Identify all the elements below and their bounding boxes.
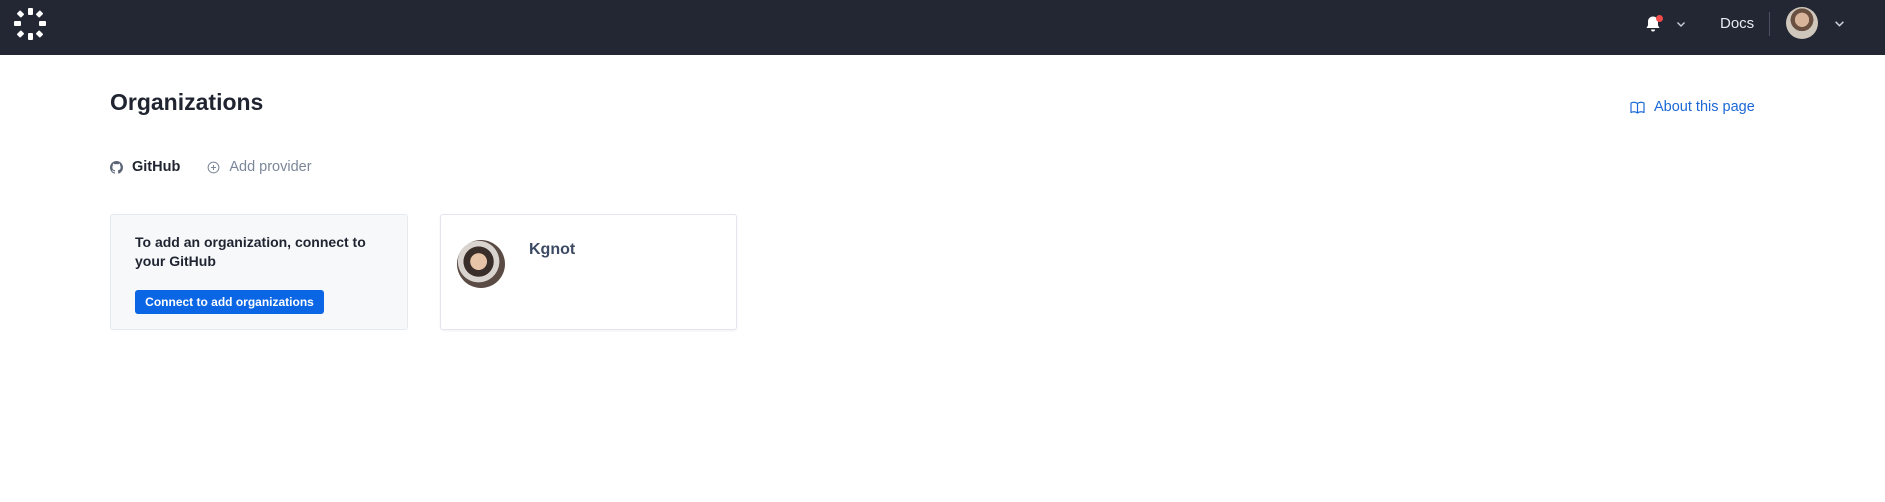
- tab-github-label: GitHub: [132, 159, 181, 175]
- notifications-menu[interactable]: [1642, 13, 1688, 35]
- plus-circle-icon: [207, 161, 220, 173]
- connect-prompt-text: To add an organization, connect to your …: [135, 234, 366, 269]
- chevron-down-icon: [1677, 22, 1685, 27]
- page-title: Organizations: [110, 89, 264, 115]
- chevron-down-icon[interactable]: [1834, 18, 1845, 29]
- brand-ring-logo-icon[interactable]: [13, 7, 47, 41]
- book-open-icon: [1630, 101, 1645, 114]
- add-provider-button[interactable]: Add provider: [207, 159, 312, 175]
- tab-github[interactable]: GitHub: [110, 159, 180, 175]
- connect-to-add-organizations-button[interactable]: Connect to add organizations: [135, 290, 324, 314]
- unread-indicator-dot: [1656, 15, 1663, 22]
- connect-github-card: To add an organization, connect to your …: [110, 214, 408, 330]
- organization-name: Kgnot: [529, 241, 576, 258]
- top-nav-bar: Docs: [0, 0, 1885, 55]
- add-provider-label: Add provider: [229, 159, 312, 175]
- organization-avatar: [457, 240, 505, 288]
- docs-link[interactable]: Docs: [1720, 15, 1754, 32]
- github-icon: [110, 160, 123, 174]
- organization-card[interactable]: Kgnot: [440, 214, 737, 330]
- about-this-page-label: About this page: [1654, 99, 1755, 115]
- about-this-page-link[interactable]: About this page: [1630, 97, 1755, 117]
- user-avatar[interactable]: [1786, 7, 1818, 39]
- provider-tabs: GitHub Add provider: [110, 157, 312, 177]
- header-divider: [1769, 12, 1770, 36]
